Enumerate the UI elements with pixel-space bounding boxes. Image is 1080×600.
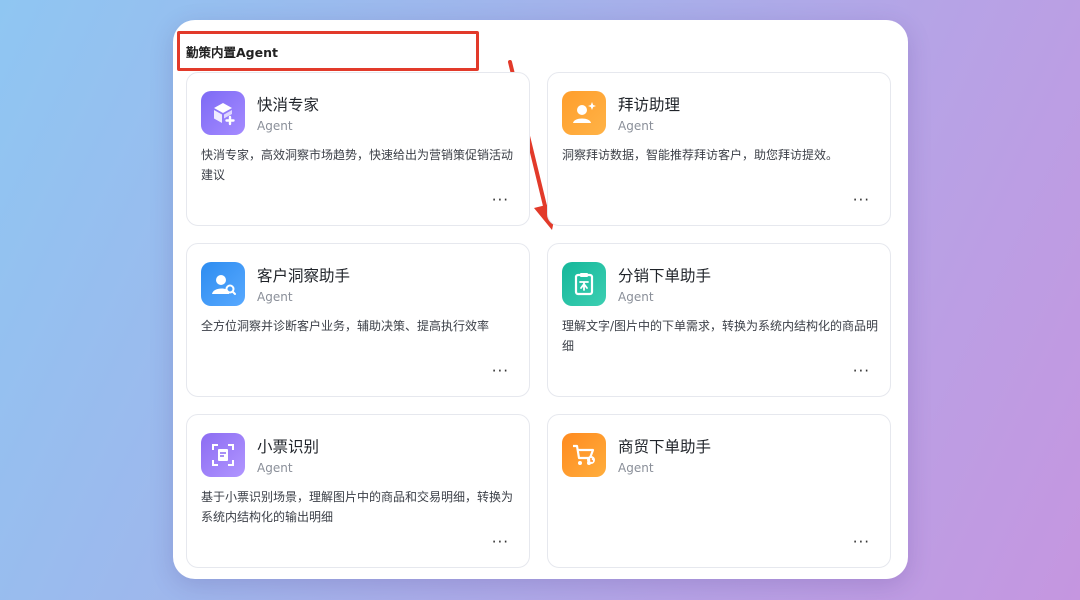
- agent-description: 洞察拜访数据，智能推荐拜访客户，助您拜访提效。: [562, 148, 839, 162]
- clipboard-order-icon: [562, 262, 606, 306]
- more-options-button[interactable]: ···: [492, 364, 509, 379]
- agent-card-baifang[interactable]: 拜访助理 Agent 洞察拜访数据，智能推荐拜访客户，助您拜访提效。 ···: [547, 72, 891, 226]
- agent-description: 全方位洞察并诊断客户业务，辅助决策、提高执行效率: [201, 319, 490, 333]
- user-sparkle-icon: [562, 91, 606, 135]
- cube-plus-icon: [201, 91, 245, 135]
- agent-name: 快消专家: [257, 96, 320, 114]
- agent-name: 拜访助理: [618, 96, 681, 114]
- agent-name: 客户洞察助手: [257, 267, 351, 285]
- more-options-button[interactable]: ···: [853, 193, 870, 208]
- agent-name: 商贸下单助手: [618, 438, 712, 456]
- agent-card-xiaopiao[interactable]: 小票识别 Agent 基于小票识别场景，理解图片中的商品和交易明细，转换为系统内…: [186, 414, 530, 568]
- agent-name: 小票识别: [257, 438, 320, 456]
- agent-card-kuaixiao[interactable]: 快消专家 Agent 快消专家，高效洞察市场趋势，快速给出为营销策促销活动建议 …: [186, 72, 530, 226]
- agent-name: 分销下单助手: [618, 267, 712, 285]
- user-search-icon: [201, 262, 245, 306]
- agent-description: 理解文字/图片中的下单需求，转换为系统内结构化的商品明细: [562, 319, 879, 353]
- cart-icon: [562, 433, 606, 477]
- receipt-scan-icon: [201, 433, 245, 477]
- agent-tag: Agent: [257, 290, 293, 304]
- agent-card-kehu[interactable]: 客户洞察助手 Agent 全方位洞察并诊断客户业务，辅助决策、提高执行效率 ··…: [186, 243, 530, 397]
- agent-tag: Agent: [257, 461, 293, 475]
- agent-tag: Agent: [618, 290, 654, 304]
- agent-tag: Agent: [618, 461, 654, 475]
- more-options-button[interactable]: ···: [492, 193, 509, 208]
- agent-tag: Agent: [257, 119, 293, 133]
- more-options-button[interactable]: ···: [853, 364, 870, 379]
- more-options-button[interactable]: ···: [853, 535, 870, 550]
- agent-card-shangmao[interactable]: 商贸下单助手 Agent ···: [547, 414, 891, 568]
- more-options-button[interactable]: ···: [492, 535, 509, 550]
- agent-card-fenxiao[interactable]: 分销下单助手 Agent 理解文字/图片中的下单需求，转换为系统内结构化的商品明…: [547, 243, 891, 397]
- agent-tag: Agent: [618, 119, 654, 133]
- agent-description: 基于小票识别场景，理解图片中的商品和交易明细，转换为系统内结构化的输出明细: [201, 490, 514, 524]
- highlight-annotation-box: [177, 31, 479, 71]
- agent-description: 快消专家，高效洞察市场趋势，快速给出为营销策促销活动建议: [201, 148, 514, 182]
